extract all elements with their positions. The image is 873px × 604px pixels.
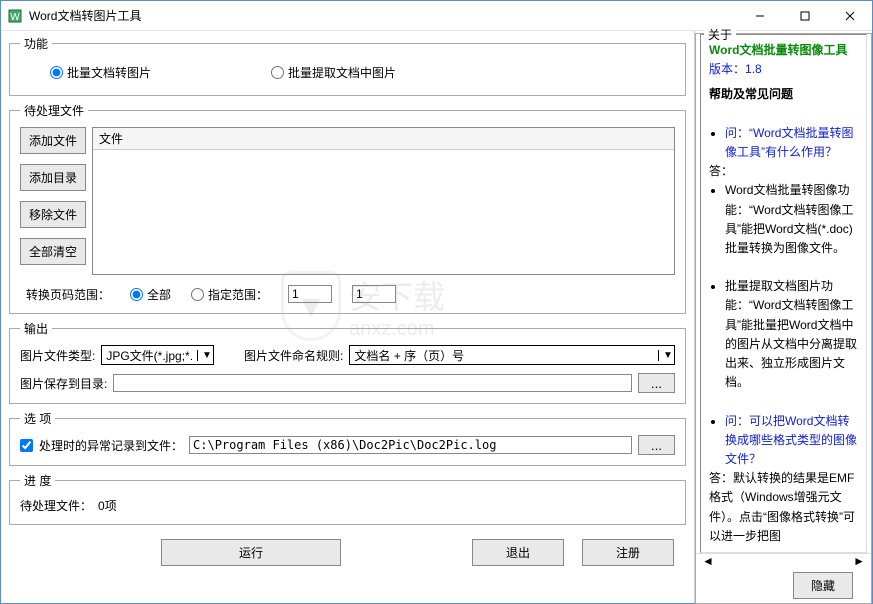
add-dir-button[interactable]: 添加目录 (20, 164, 86, 191)
browse-log-button[interactable]: ... (638, 435, 675, 455)
options-group: 选 项 处理时的异常记录到文件： ... (9, 410, 686, 466)
files-legend: 待处理文件 (20, 102, 88, 119)
about-version: 版本：1.8 (709, 60, 858, 79)
clear-all-button[interactable]: 全部清空 (20, 238, 86, 265)
radio-range-custom[interactable]: 指定范围： (191, 286, 268, 303)
file-list[interactable]: 文件 (92, 127, 675, 275)
browse-save-dir-button[interactable]: ... (638, 373, 675, 393)
main-panel: 功能 批量文档转图片 批量提取文档中图片 待处理文件 添加文件 (1, 31, 694, 603)
run-button[interactable]: 运行 (161, 539, 341, 566)
image-type-select[interactable]: JPG文件(*.jpg;*. ▼ (101, 345, 214, 365)
faq-a1-label: 答： (709, 162, 858, 181)
window-controls (737, 1, 872, 30)
pending-label: 待处理文件： (20, 497, 92, 514)
log-exceptions-label: 处理时的异常记录到文件： (39, 437, 183, 454)
about-legend: 关于 (704, 26, 736, 43)
log-exceptions-checkbox[interactable] (20, 439, 33, 452)
faq-a1-item2: 批量提取文档图片功能：“Word文档转图像工具”能批量把Word文档中的图片从文… (725, 277, 858, 392)
faq-a1-item1: Word文档批量转图像功能：“Word文档转图像工具”能把Word文档(*.do… (725, 181, 858, 258)
range-to-input[interactable] (352, 285, 396, 303)
horizontal-scrollbar[interactable]: ◄ ► (696, 553, 871, 568)
image-type-label: 图片文件类型: (20, 347, 95, 364)
titlebar: W Word文档转图片工具 (1, 1, 872, 31)
save-dir-input[interactable] (113, 374, 632, 392)
radio-batch-extract[interactable]: 批量提取文档中图片 (271, 64, 396, 81)
scroll-right-icon[interactable]: ► (853, 554, 865, 568)
pending-count: 0项 (98, 497, 117, 514)
range-from-input[interactable] (288, 285, 332, 303)
app-icon: W (7, 8, 23, 24)
hide-button[interactable]: 隐藏 (793, 572, 853, 599)
radio-batch-extract-input[interactable] (271, 66, 284, 79)
progress-group: 进 度 待处理文件： 0项 (9, 472, 686, 525)
files-group: 待处理文件 添加文件 添加目录 移除文件 全部清空 文件 转换页码范围： (9, 102, 686, 314)
remove-file-button[interactable]: 移除文件 (20, 201, 86, 228)
about-title: Word文档批量转图像工具 (709, 41, 858, 60)
dropdown-arrow-icon: ▼ (197, 350, 213, 361)
output-group: 输出 图片文件类型: JPG文件(*.jpg;*. ▼ 图片文件命名规则: 文档… (9, 320, 686, 404)
page-range-label: 转换页码范围： (26, 286, 110, 303)
naming-rule-select[interactable]: 文档名 + 序（页）号 ▼ (349, 345, 675, 365)
content-area: 功能 批量文档转图片 批量提取文档中图片 待处理文件 添加文件 (1, 31, 872, 603)
radio-batch-convert[interactable]: 批量文档转图片 (50, 64, 151, 81)
faq-q1: 问：“Word文档批量转图像工具”有什么作用？ (725, 126, 853, 159)
save-dir-label: 图片保存到目录: (20, 375, 107, 392)
file-list-header: 文件 (93, 128, 674, 150)
output-legend: 输出 (20, 320, 52, 337)
faq-heading: 帮助及常见问题 (709, 85, 858, 104)
window-title: Word文档转图片工具 (29, 7, 737, 24)
action-buttons: 运行 退出 注册 (9, 531, 686, 566)
close-button[interactable] (827, 1, 872, 30)
svg-text:W: W (10, 12, 20, 23)
minimize-button[interactable] (737, 1, 782, 30)
about-content[interactable]: Word文档批量转图像工具 版本：1.8 帮助及常见问题 问：“Word文档批量… (700, 34, 867, 553)
progress-legend: 进 度 (20, 472, 55, 489)
faq-q2: 问：可以把Word文档转换成哪些格式类型的图像文件？ (725, 414, 857, 466)
add-file-button[interactable]: 添加文件 (20, 127, 86, 154)
function-legend: 功能 (20, 35, 52, 52)
options-legend: 选 项 (20, 410, 55, 427)
app-window: W Word文档转图片工具 功能 批量文档转图片 批量提取文档中图片 (0, 0, 873, 604)
faq-a2: 答：默认转换的结果是EMF格式（Windows增强元文件）。点击“图像格式转换”… (709, 469, 858, 546)
naming-rule-label: 图片文件命名规则: (244, 347, 343, 364)
function-group: 功能 批量文档转图片 批量提取文档中图片 (9, 35, 686, 96)
log-path-input[interactable] (189, 436, 632, 454)
file-list-body[interactable] (93, 150, 674, 276)
maximize-button[interactable] (782, 1, 827, 30)
scroll-left-icon[interactable]: ◄ (702, 554, 714, 568)
dropdown-arrow-icon: ▼ (658, 350, 674, 361)
about-sidebar: 关于 Word文档批量转图像工具 版本：1.8 帮助及常见问题 问：“Word文… (694, 31, 872, 603)
radio-range-all[interactable]: 全部 (130, 286, 171, 303)
exit-button[interactable]: 退出 (472, 539, 564, 566)
register-button[interactable]: 注册 (582, 539, 674, 566)
radio-batch-convert-input[interactable] (50, 66, 63, 79)
